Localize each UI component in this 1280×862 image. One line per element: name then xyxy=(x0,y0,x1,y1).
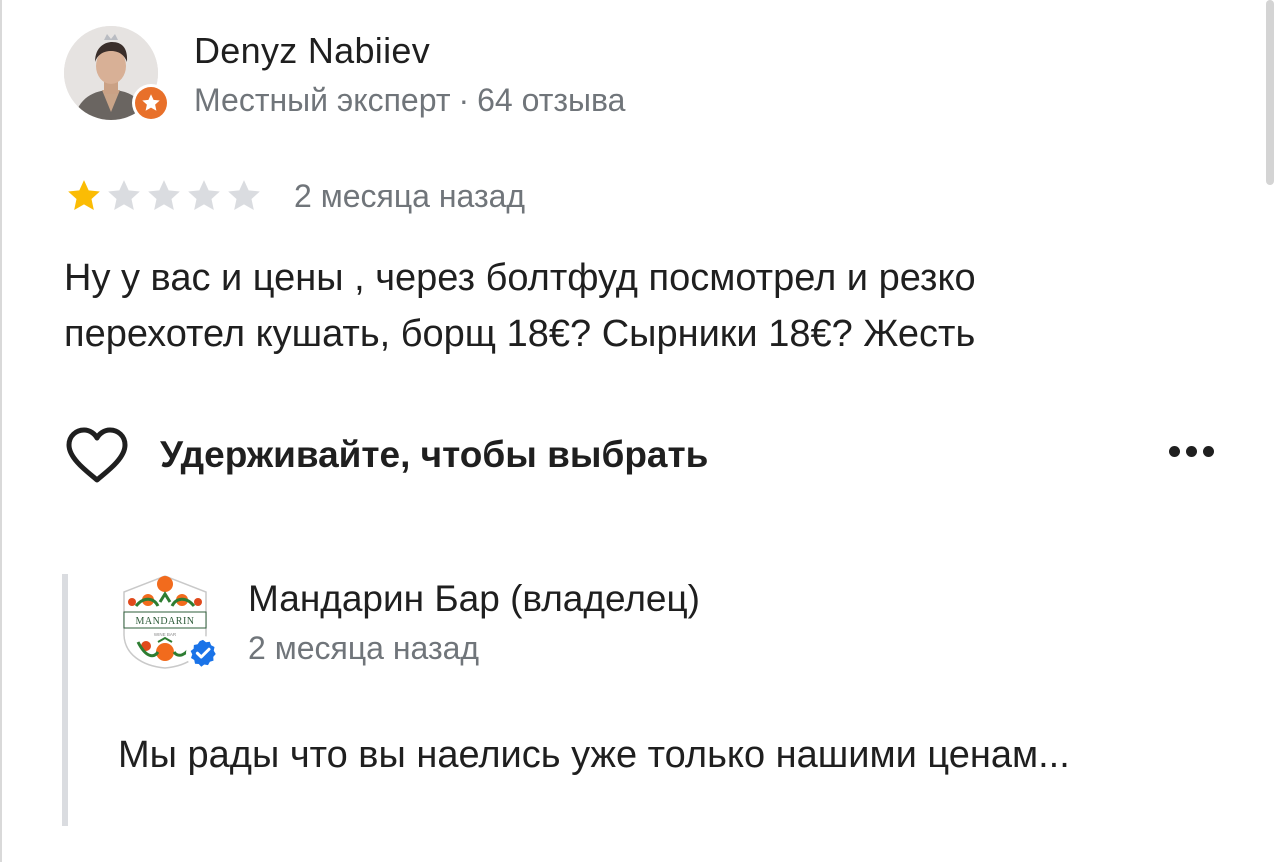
rating-stars xyxy=(64,176,264,216)
star-filled-icon xyxy=(68,180,100,210)
star-empty-icon xyxy=(148,180,180,210)
more-options-button[interactable] xyxy=(1169,446,1214,457)
verified-badge xyxy=(186,636,220,670)
owner-logo-text: MANDARIN xyxy=(136,616,195,627)
owner-name[interactable]: Мандарин Бар (владелец) xyxy=(248,578,700,620)
reviewer-name[interactable]: Denyz Nabiiev xyxy=(194,30,430,72)
review-date: 2 месяца назад xyxy=(294,178,526,214)
reviewer-role: Местный эксперт xyxy=(194,82,451,118)
local-guide-badge xyxy=(132,84,170,122)
heart-outline-icon[interactable] xyxy=(64,426,130,486)
more-horizontal-icon xyxy=(1203,446,1214,457)
reviewer-meta: Местный эксперт · 64 отзыва xyxy=(194,82,625,119)
review-text-line: перехотел кушать, борщ 18€? Сырники 18€?… xyxy=(64,313,976,355)
owner-logo-subtext: WINE BAR xyxy=(154,632,177,637)
owner-reply-date: 2 месяца назад xyxy=(248,630,480,666)
verified-check-icon xyxy=(190,639,216,667)
local-guide-star-icon xyxy=(142,94,160,111)
star-empty-icon xyxy=(108,180,140,210)
meta-separator: · xyxy=(458,82,470,118)
reviewer-reviews-count: 64 отзыва xyxy=(477,82,626,118)
review-text-line: Ну у вас и цены , через болтфуд посмотре… xyxy=(64,257,976,299)
star-empty-icon xyxy=(228,180,260,210)
review-card: Denyz Nabiiev Местный эксперт · 64 отзыва … xyxy=(0,0,1280,862)
more-horizontal-icon xyxy=(1169,446,1180,457)
review-actions: Удерживайте, чтобы выбрать xyxy=(64,420,1224,490)
reply-indent-bar xyxy=(62,574,68,826)
like-hint-label[interactable]: Удерживайте, чтобы выбрать xyxy=(160,434,708,476)
review-text: Ну у вас и цены , через болтфуд посмотре… xyxy=(64,250,1214,362)
owner-reply-text[interactable]: Мы рады что вы наелись уже только нашими… xyxy=(118,734,1070,777)
scrollbar[interactable] xyxy=(1266,0,1274,185)
more-horizontal-icon xyxy=(1186,446,1197,457)
star-empty-icon xyxy=(188,180,220,210)
